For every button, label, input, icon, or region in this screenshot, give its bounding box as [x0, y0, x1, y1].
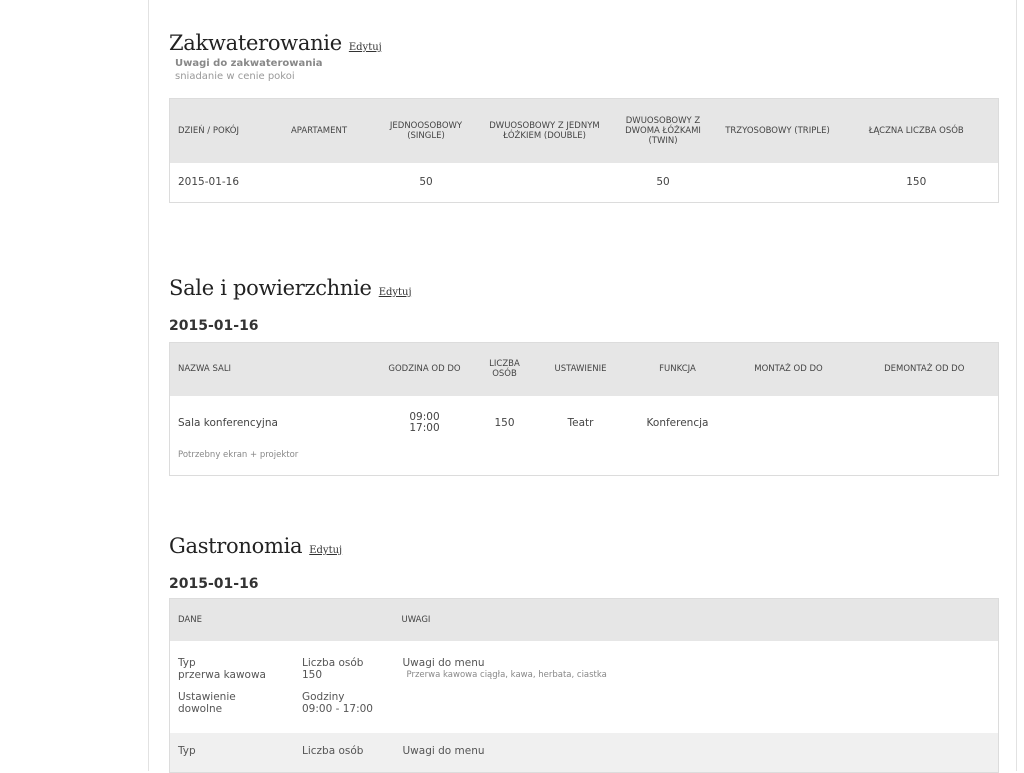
table-row: Typ przerwa kawowa Liczba osób 150 Ustaw… — [170, 641, 999, 733]
cell-double — [484, 163, 606, 203]
column-header: JEDNOOSOBOWY (SINGLE) — [368, 98, 484, 163]
cell-time: 09:00 17:00 — [373, 396, 477, 446]
column-header: UWAGI — [393, 598, 999, 641]
column-header: APARTAMENT — [269, 98, 369, 163]
cell-twin: 50 — [656, 176, 670, 189]
cell-triple — [721, 163, 835, 203]
table-row: Typ Liczba osób Uwagi do menu — [169, 732, 999, 773]
column-header: TRZYOSOBOWY (TRIPLE) — [720, 98, 835, 163]
menu-note: Przerwa kawowa ciągła, kawa, herbata, ci… — [406, 669, 607, 680]
table-header-row: NAZWA SALI GODZINA OD DO LICZBA OSÓB UST… — [169, 342, 999, 396]
setup-value: dowolne — [178, 702, 223, 715]
column-header: DZIEŃ / POKÓJ — [169, 98, 270, 163]
rooms-table: NAZWA SALI GODZINA OD DO LICZBA OSÓB UST… — [169, 342, 999, 476]
hours-block: Godziny 09:00 - 17:00 — [302, 691, 373, 715]
cell-notes: Uwagi do menu — [394, 733, 999, 773]
accommodation-header: Zakwaterowanie Edytuj — [169, 31, 998, 55]
people-value: 150 — [302, 668, 323, 681]
cell-disassembly — [851, 396, 999, 446]
type-value: przerwa kawowa — [178, 668, 266, 681]
left-border — [148, 0, 149, 771]
data-line: Typ przerwa kawowa Liczba osób 150 — [178, 657, 394, 681]
right-border — [1016, 0, 1017, 771]
cell-function: Konferencja — [646, 416, 709, 429]
cell-apartment — [270, 163, 369, 203]
gastronomy-header: Gastronomia Edytuj — [169, 534, 998, 558]
section-title: Zakwaterowanie — [169, 31, 342, 55]
section-title: Gastronomia — [169, 534, 303, 558]
edit-rooms-link[interactable]: Edytuj — [379, 287, 412, 298]
cell-data: Typ przerwa kawowa Liczba osób 150 Ustaw… — [170, 641, 394, 733]
table-row: 2015-01-16 50 50 150 — [170, 163, 999, 203]
rooms-date: 2015-01-16 — [169, 318, 259, 334]
cell-notes: Uwagi do menu Przerwa kawowa ciągła, kaw… — [394, 641, 999, 733]
column-header: MONTAŻ OD DO — [726, 342, 851, 396]
edit-gastronomy-link[interactable]: Edytuj — [309, 545, 342, 556]
cell-data: Typ Liczba osób — [170, 733, 394, 773]
people-label: Liczba osób — [302, 656, 364, 669]
hours-value: 09:00 - 17:00 — [302, 702, 373, 715]
type-label: Typ — [178, 656, 196, 669]
gastronomy-table: DANE UWAGI Typ przerwa kawowa Liczba osó… — [169, 598, 999, 773]
gastronomy-date: 2015-01-16 — [169, 576, 259, 592]
time-to: 17:00 — [409, 421, 440, 434]
type-block: Typ przerwa kawowa — [178, 657, 302, 681]
type-label: Typ — [178, 744, 196, 757]
section-title: Sale i powierzchnie — [169, 276, 372, 300]
room-note: Potrzebny ekran + projektor — [178, 449, 299, 460]
table-row: Sala konferencyjna 09:00 17:00 150 Teatr… — [170, 396, 999, 446]
rooms-section: Sale i powierzchnie Edytuj 2015-01-16 NA… — [169, 276, 999, 476]
menu-label: Uwagi do menu — [402, 656, 485, 669]
table-note-row: Potrzebny ekran + projektor — [170, 446, 999, 476]
table-header-row: DZIEŃ / POKÓJ APARTAMENT JEDNOOSOBOWY (S… — [169, 98, 999, 163]
hours-label: Godziny — [302, 690, 345, 703]
column-header: DEMONTAŻ OD DO — [850, 342, 999, 396]
column-header: USTAWIENIE — [532, 342, 629, 396]
column-header: DWUOSOBOWY Z DWOMA ŁÓŻKAMI (TWIN) — [605, 98, 721, 163]
gastronomy-section: Gastronomia Edytuj 2015-01-16 DANE UWAGI… — [169, 534, 999, 773]
time-from: 09:00 — [409, 410, 440, 423]
cell-total: 150 — [906, 176, 927, 189]
column-header: GODZINA OD DO — [372, 342, 477, 396]
column-header: FUNKCJA — [628, 342, 727, 396]
accommodation-notes-text: sniadanie w cenie pokoi — [175, 71, 295, 82]
column-header: DANE — [169, 598, 394, 641]
menu-label: Uwagi do menu — [402, 744, 485, 757]
people-block: Liczba osób 150 — [302, 657, 363, 681]
setup-block: Ustawienie dowolne — [178, 691, 302, 715]
data-line: Ustawienie dowolne Godziny 09:00 - 17:00 — [178, 691, 394, 715]
cell-people: 150 — [494, 416, 515, 429]
accommodation-notes-label: Uwagi do zakwaterowania — [175, 58, 323, 69]
accommodation-section: Zakwaterowanie Edytuj Uwagi do zakwatero… — [169, 31, 999, 203]
edit-accommodation-link[interactable]: Edytuj — [349, 42, 382, 53]
cell-setup: Teatr — [567, 416, 594, 429]
column-header: DWUOSOBOWY Z JEDNYM ŁÓŻKIEM (DOUBLE) — [483, 98, 606, 163]
column-header: LICZBA OSÓB — [476, 342, 533, 396]
column-header: ŁĄCZNA LICZBA OSÓB — [834, 98, 999, 163]
cell-room-name: Sala konferencyjna — [178, 416, 278, 429]
setup-label: Ustawienie — [178, 690, 236, 703]
rooms-header: Sale i powierzchnie Edytuj — [169, 276, 998, 300]
cell-day: 2015-01-16 — [178, 176, 240, 189]
people-label: Liczba osób — [302, 744, 364, 757]
accommodation-table: DZIEŃ / POKÓJ APARTAMENT JEDNOOSOBOWY (S… — [169, 98, 999, 203]
cell-single: 50 — [419, 176, 433, 189]
data-line: Typ Liczba osób — [178, 745, 394, 757]
cell-assembly — [727, 396, 851, 446]
column-header: NAZWA SALI — [169, 342, 373, 396]
table-header-row: DANE UWAGI — [169, 598, 999, 641]
